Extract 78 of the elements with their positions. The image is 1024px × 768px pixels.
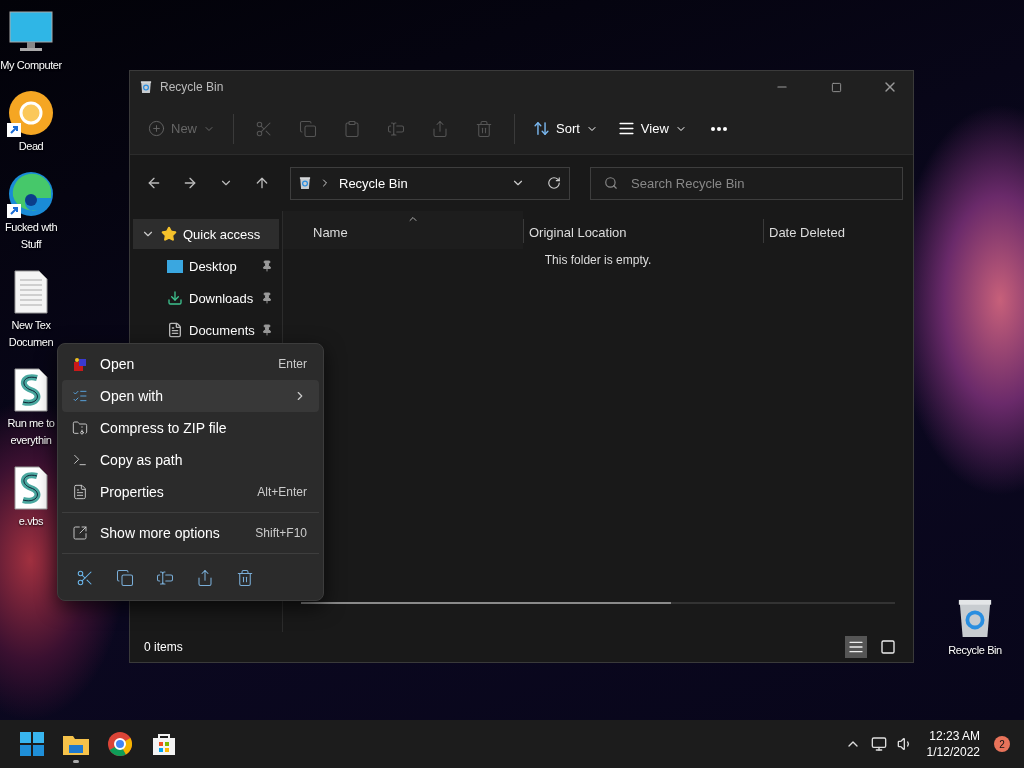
more-options-icon bbox=[72, 525, 88, 541]
menu-item[interactable]: Compress to ZIP file bbox=[62, 412, 319, 444]
scissors-icon bbox=[76, 569, 94, 587]
store-bag-icon bbox=[152, 732, 176, 756]
recycle-bin-icon bbox=[140, 80, 152, 94]
icon-label: Dead bbox=[18, 139, 44, 154]
maximize-icon bbox=[830, 81, 842, 93]
desktop-folder-icon bbox=[167, 259, 183, 273]
app-icon bbox=[72, 356, 88, 372]
details-view-button[interactable] bbox=[845, 636, 867, 658]
menu-item[interactable]: Show more options Shift+F10 bbox=[62, 517, 319, 549]
search-icon bbox=[604, 175, 618, 190]
menu-item[interactable]: Open Enter bbox=[62, 348, 319, 380]
more-icon bbox=[710, 126, 727, 131]
trash-icon bbox=[236, 569, 254, 587]
sidebar-item[interactable]: Desktop bbox=[133, 251, 279, 281]
address-bar[interactable]: Recycle Bin bbox=[290, 166, 570, 200]
item-count: 0 items bbox=[144, 640, 184, 654]
view-button[interactable]: View bbox=[609, 111, 695, 146]
empty-folder-message: This folder is empty. bbox=[544, 253, 652, 267]
app-icon[interactable] bbox=[7, 170, 55, 218]
document-icon bbox=[167, 322, 183, 338]
icon-label: everythin bbox=[10, 433, 52, 448]
properties-icon bbox=[72, 484, 88, 500]
icon-label: My Computer bbox=[0, 58, 62, 73]
star-icon bbox=[161, 226, 177, 242]
sidebar-item[interactable]: Quick access bbox=[133, 219, 279, 249]
sort-icon bbox=[533, 120, 550, 137]
square-icon bbox=[880, 639, 896, 655]
clock[interactable]: 12:23 AM 1/12/2022 bbox=[922, 728, 984, 760]
icon-label: Documen bbox=[8, 335, 54, 350]
windows-logo-icon bbox=[20, 732, 44, 756]
refresh-icon[interactable] bbox=[547, 176, 561, 190]
app-icon[interactable] bbox=[7, 89, 55, 137]
icon-label: New Tex bbox=[11, 318, 51, 333]
icon-label: Stuff bbox=[20, 237, 42, 252]
column-header[interactable]: Original Location bbox=[523, 211, 763, 249]
lines-icon bbox=[848, 639, 864, 655]
icon-label: e.vbs bbox=[18, 514, 44, 529]
rename-icon bbox=[156, 569, 174, 587]
recycle-bin-icon bbox=[956, 597, 994, 639]
sort-button[interactable]: Sort bbox=[525, 111, 606, 146]
pin-icon[interactable] bbox=[261, 324, 273, 336]
menu-item[interactable]: Open with bbox=[62, 380, 319, 412]
scissors-icon bbox=[255, 119, 273, 138]
network-icon[interactable] bbox=[870, 736, 887, 752]
folder-icon bbox=[63, 733, 89, 755]
share-icon bbox=[196, 569, 214, 587]
path-icon bbox=[72, 452, 88, 468]
pin-icon[interactable] bbox=[261, 292, 273, 304]
window-title: Recycle Bin bbox=[160, 80, 225, 94]
icon-label: Recycle Bin bbox=[948, 643, 1002, 658]
scrollbar-thumb[interactable] bbox=[301, 602, 671, 604]
rename-icon bbox=[387, 119, 405, 138]
column-header[interactable]: Name bbox=[283, 211, 523, 249]
icon-label: Fucked wth bbox=[4, 220, 58, 235]
sidebar-item[interactable]: Downloads bbox=[133, 283, 279, 313]
notification-badge[interactable]: 2 bbox=[994, 736, 1010, 752]
recycle-bin-icon bbox=[299, 176, 311, 190]
sidebar-item[interactable]: Documents bbox=[133, 315, 279, 345]
menu-item[interactable]: Properties Alt+Enter bbox=[62, 476, 319, 508]
copy-icon bbox=[299, 119, 317, 138]
download-icon bbox=[167, 290, 183, 306]
clipboard-icon bbox=[343, 119, 361, 138]
share-icon bbox=[431, 119, 449, 138]
zip-folder-icon bbox=[72, 420, 88, 436]
plus-icon bbox=[148, 120, 165, 137]
menu-item[interactable]: Copy as path bbox=[62, 444, 319, 476]
arrow-right-icon bbox=[182, 175, 198, 191]
copy-icon bbox=[116, 569, 134, 587]
search-field[interactable]: Search Recycle Bin bbox=[590, 166, 903, 200]
column-header[interactable]: Date Deleted bbox=[763, 211, 913, 249]
icon-label: Run me to bbox=[7, 416, 55, 431]
lines-icon bbox=[617, 120, 635, 137]
pin-icon[interactable] bbox=[261, 260, 273, 272]
browser-icon bbox=[108, 732, 132, 756]
trash-icon bbox=[475, 119, 493, 138]
apps-list-icon bbox=[72, 388, 88, 404]
